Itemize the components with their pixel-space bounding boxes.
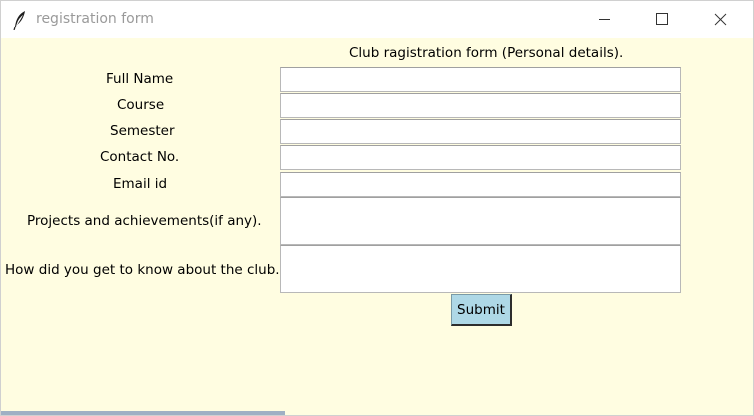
- how-know-textarea[interactable]: [280, 245, 681, 293]
- contact-label: Contact No.: [100, 149, 180, 165]
- contact-input[interactable]: [280, 145, 681, 170]
- maximize-button[interactable]: [633, 1, 691, 38]
- projects-textarea[interactable]: [280, 197, 681, 245]
- bottom-edge-strip: [1, 411, 285, 415]
- close-icon: [714, 13, 727, 26]
- minimize-button[interactable]: [575, 1, 633, 38]
- maximize-icon: [656, 13, 668, 25]
- form-header: Club ragistration form (Personal details…: [349, 45, 624, 61]
- title-bar[interactable]: registration form: [1, 1, 753, 38]
- full-name-input[interactable]: [280, 67, 681, 92]
- projects-label: Projects and achievements(if any).: [27, 213, 262, 229]
- semester-input[interactable]: [280, 119, 681, 144]
- how-know-label: How did you get to know about the club.: [5, 262, 280, 278]
- semester-label: Semester: [110, 123, 175, 139]
- course-label: Course: [117, 97, 165, 113]
- feather-icon: [13, 10, 27, 31]
- submit-button[interactable]: Submit: [451, 294, 512, 326]
- minimize-icon: [599, 19, 610, 20]
- course-input[interactable]: [280, 93, 681, 118]
- email-label: Email id: [113, 176, 168, 192]
- registration-window: registration form Club ragistration form…: [0, 0, 754, 416]
- email-input[interactable]: [280, 172, 681, 197]
- window-title: registration form: [36, 11, 154, 27]
- full-name-label: Full Name: [106, 71, 174, 87]
- close-button[interactable]: [691, 1, 749, 38]
